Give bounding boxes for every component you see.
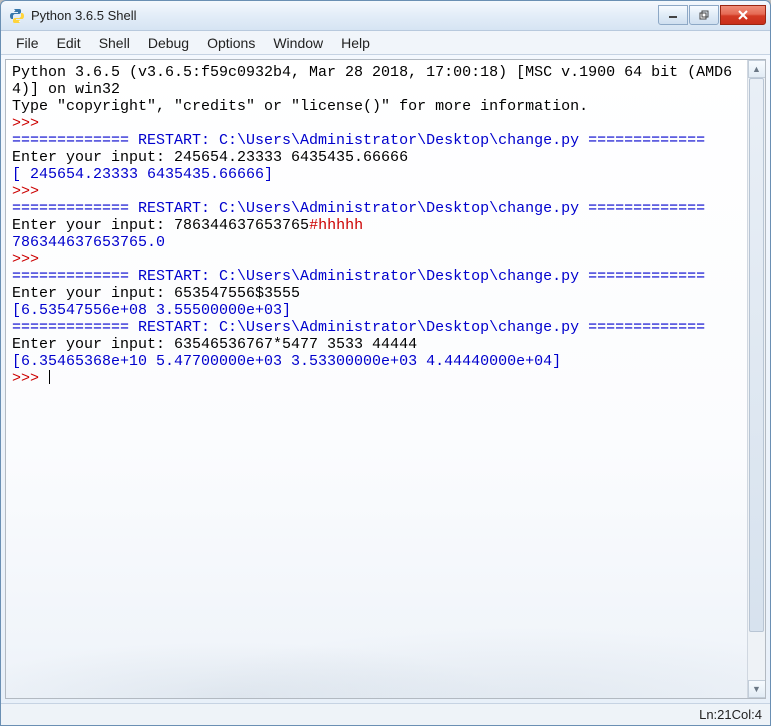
scroll-down-button[interactable]: ▼: [748, 680, 766, 698]
console-line: >>>: [12, 251, 741, 268]
console-segment: >>>: [12, 183, 48, 200]
console-line: Python 3.6.5 (v3.6.5:f59c0932b4, Mar 28 …: [12, 64, 741, 81]
console-segment: [6.53547556e+08 3.55500000e+03]: [12, 302, 291, 319]
console-segment: ============= RESTART: C:\Users\Administ…: [12, 268, 705, 285]
console-segment: >>>: [12, 251, 48, 268]
window-title: Python 3.6.5 Shell: [31, 8, 137, 23]
console-line: >>>: [12, 370, 741, 387]
menu-file[interactable]: File: [7, 33, 48, 53]
titlebar[interactable]: Python 3.6.5 Shell: [1, 1, 770, 31]
console-segment: ============= RESTART: C:\Users\Administ…: [12, 319, 705, 336]
status-col-label: Col:: [732, 707, 755, 722]
console-segment: ============= RESTART: C:\Users\Administ…: [12, 132, 705, 149]
scroll-thumb[interactable]: [749, 78, 764, 632]
console-segment: Enter your input: 653547556$3555: [12, 285, 300, 302]
console-segment: 786344637653765.0: [12, 234, 165, 251]
app-window: Python 3.6.5 Shell File Edit Shell: [0, 0, 771, 726]
console-line: 786344637653765.0: [12, 234, 741, 251]
console-line: ============= RESTART: C:\Users\Administ…: [12, 200, 741, 217]
close-button[interactable]: [720, 5, 766, 25]
console-line: [6.35465368e+10 5.47700000e+03 3.5330000…: [12, 353, 741, 370]
menu-shell[interactable]: Shell: [90, 33, 139, 53]
console-line: Type "copyright", "credits" or "license(…: [12, 98, 741, 115]
console-line: Enter your input: 786344637653765#hhhhh: [12, 217, 741, 234]
console-segment: Python 3.6.5 (v3.6.5:f59c0932b4, Mar 28 …: [12, 64, 732, 81]
console-segment: [6.35465368e+10 5.47700000e+03 3.5330000…: [12, 353, 561, 370]
menu-edit[interactable]: Edit: [48, 33, 90, 53]
console-segment: Enter your input: 63546536767*5477 3533 …: [12, 336, 417, 353]
status-line-label: Ln:: [699, 707, 717, 722]
console-segment: Type "copyright", "credits" or "license(…: [12, 98, 588, 115]
console-line: >>>: [12, 183, 741, 200]
console-line: ============= RESTART: C:\Users\Administ…: [12, 319, 741, 336]
console-segment: Enter your input: 245654.23333 6435435.6…: [12, 149, 408, 166]
statusbar: Ln: 21 Col: 4: [1, 703, 770, 725]
console-segment: Enter your input: 786344637653765: [12, 217, 309, 234]
menu-help[interactable]: Help: [332, 33, 379, 53]
console-segment: >>>: [12, 115, 48, 132]
minimize-button[interactable]: [658, 5, 688, 25]
console-line: 4)] on win32: [12, 81, 741, 98]
console-segment: >>>: [12, 370, 48, 387]
menubar: File Edit Shell Debug Options Window Hel…: [1, 31, 770, 55]
console-line: ============= RESTART: C:\Users\Administ…: [12, 132, 741, 149]
console-line: [ 245654.23333 6435435.66666]: [12, 166, 741, 183]
console-segment: 4)] on win32: [12, 81, 120, 98]
console-segment: ============= RESTART: C:\Users\Administ…: [12, 200, 705, 217]
menu-window[interactable]: Window: [264, 33, 332, 53]
console-segment: [ 245654.23333 6435435.66666]: [12, 166, 273, 183]
scroll-down-icon: ▼: [752, 684, 761, 694]
console-line: Enter your input: 653547556$3555: [12, 285, 741, 302]
shell-output[interactable]: Python 3.6.5 (v3.6.5:f59c0932b4, Mar 28 …: [6, 60, 747, 698]
menu-debug[interactable]: Debug: [139, 33, 198, 53]
console-line: ============= RESTART: C:\Users\Administ…: [12, 268, 741, 285]
scroll-up-button[interactable]: ▲: [748, 60, 766, 78]
maximize-button[interactable]: [689, 5, 719, 25]
window-controls: [657, 5, 766, 27]
console-line: [6.53547556e+08 3.55500000e+03]: [12, 302, 741, 319]
python-icon: [9, 8, 25, 24]
console-line: >>>: [12, 115, 741, 132]
text-cursor: [49, 370, 50, 384]
console-line: Enter your input: 63546536767*5477 3533 …: [12, 336, 741, 353]
scroll-track[interactable]: [748, 78, 766, 680]
vertical-scrollbar[interactable]: ▲ ▼: [747, 60, 765, 698]
menu-options[interactable]: Options: [198, 33, 264, 53]
editor-viewport: Python 3.6.5 (v3.6.5:f59c0932b4, Mar 28 …: [6, 60, 747, 698]
status-line-value: 21: [717, 707, 731, 722]
scroll-up-icon: ▲: [752, 64, 761, 74]
console-line: Enter your input: 245654.23333 6435435.6…: [12, 149, 741, 166]
console-segment: #hhhhh: [309, 217, 363, 234]
content-area: Python 3.6.5 (v3.6.5:f59c0932b4, Mar 28 …: [5, 59, 766, 699]
status-col-value: 4: [755, 707, 762, 722]
